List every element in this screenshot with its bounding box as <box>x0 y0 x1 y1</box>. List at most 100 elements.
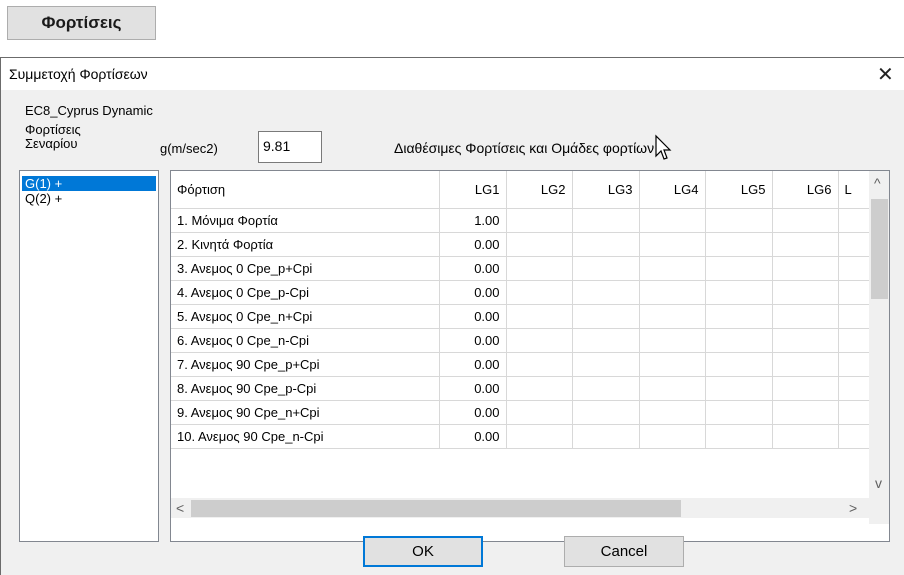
table-row[interactable]: 2. Κινητά Φορτία 0.00 <box>171 232 879 257</box>
scenario-item-q2[interactable]: Q(2) + <box>22 191 156 206</box>
cell[interactable] <box>639 376 706 401</box>
cell[interactable] <box>639 304 706 329</box>
row-load-name: 9. Ανεμος 90 Cpe_n+Cpi <box>171 400 440 425</box>
cell[interactable] <box>705 280 773 305</box>
cell-lg1[interactable]: 0.00 <box>439 328 507 353</box>
cell-lg1[interactable]: 0.00 <box>439 352 507 377</box>
cell[interactable] <box>506 256 573 281</box>
table-row[interactable]: 6. Ανεμος 0 Cpe_n-Cpi 0.00 <box>171 328 879 353</box>
table-row[interactable]: 4. Ανεμος 0 Cpe_p-Cpi 0.00 <box>171 280 879 305</box>
cell[interactable] <box>639 280 706 305</box>
ok-button[interactable]: OK <box>363 536 483 567</box>
cell[interactable] <box>639 256 706 281</box>
cell[interactable] <box>506 352 573 377</box>
cell[interactable] <box>572 208 640 233</box>
cell[interactable] <box>572 304 640 329</box>
cell[interactable] <box>639 352 706 377</box>
cell-lg1[interactable]: 0.00 <box>439 280 507 305</box>
cell[interactable] <box>772 256 839 281</box>
cell[interactable] <box>772 304 839 329</box>
cell[interactable] <box>772 328 839 353</box>
cell[interactable] <box>705 352 773 377</box>
cell[interactable] <box>572 328 640 353</box>
column-header-lg2[interactable]: LG2 <box>506 171 573 209</box>
cell[interactable] <box>572 280 640 305</box>
cell[interactable] <box>705 328 773 353</box>
cell[interactable] <box>705 424 773 449</box>
cell-lg1[interactable]: 1.00 <box>439 208 507 233</box>
scroll-down-icon[interactable]: v <box>875 475 882 491</box>
gravity-label: g(m/sec2) <box>160 141 218 156</box>
cell[interactable] <box>572 256 640 281</box>
cell[interactable] <box>572 424 640 449</box>
cell[interactable] <box>506 424 573 449</box>
cell[interactable] <box>506 328 573 353</box>
cell[interactable] <box>639 400 706 425</box>
table-row[interactable]: 3. Ανεμος 0 Cpe_p+Cpi 0.00 <box>171 256 879 281</box>
gravity-input[interactable]: 9.81 <box>258 131 322 163</box>
row-load-name: 3. Ανεμος 0 Cpe_p+Cpi <box>171 256 440 281</box>
cell-lg1[interactable]: 0.00 <box>439 400 507 425</box>
scenario-loads-list[interactable]: G(1) + Q(2) + <box>19 170 159 542</box>
column-header-lg4[interactable]: LG4 <box>639 171 706 209</box>
table-row[interactable]: 10. Ανεμος 90 Cpe_n-Cpi 0.00 <box>171 424 879 449</box>
cell[interactable] <box>772 424 839 449</box>
cell[interactable] <box>572 232 640 257</box>
row-load-name: 6. Ανεμος 0 Cpe_n-Cpi <box>171 328 440 353</box>
table-row[interactable]: 9. Ανεμος 90 Cpe_n+Cpi 0.00 <box>171 400 879 425</box>
scroll-up-icon[interactable]: ^ <box>874 175 881 191</box>
cell[interactable] <box>705 256 773 281</box>
cell[interactable] <box>506 400 573 425</box>
cell[interactable] <box>506 376 573 401</box>
cell[interactable] <box>772 280 839 305</box>
cell-lg1[interactable]: 0.00 <box>439 304 507 329</box>
cell-lg1[interactable]: 0.00 <box>439 376 507 401</box>
cell[interactable] <box>772 208 839 233</box>
cell[interactable] <box>772 400 839 425</box>
cell-lg1[interactable]: 0.00 <box>439 232 507 257</box>
column-header-load[interactable]: Φόρτιση <box>171 171 440 209</box>
vertical-scroll-thumb[interactable] <box>871 199 888 299</box>
scroll-right-icon[interactable]: > <box>849 500 857 516</box>
scenario-item-g1[interactable]: G(1) + <box>22 176 156 191</box>
scrollbar-corner <box>869 498 889 518</box>
horizontal-scroll-thumb[interactable] <box>191 500 681 517</box>
row-load-name: 2. Κινητά Φορτία <box>171 232 440 257</box>
cell[interactable] <box>506 304 573 329</box>
cancel-button[interactable]: Cancel <box>564 536 684 567</box>
scroll-left-icon[interactable]: < <box>176 500 184 516</box>
cell[interactable] <box>506 208 573 233</box>
column-header-lg1[interactable]: LG1 <box>439 171 507 209</box>
cell[interactable] <box>772 352 839 377</box>
cell[interactable] <box>705 208 773 233</box>
column-header-lg6[interactable]: LG6 <box>772 171 839 209</box>
cell-lg1[interactable]: 0.00 <box>439 424 507 449</box>
cell[interactable] <box>705 376 773 401</box>
cell[interactable] <box>639 424 706 449</box>
cell[interactable] <box>772 376 839 401</box>
loads-button[interactable]: Φορτίσεις <box>7 6 156 40</box>
cell[interactable] <box>639 328 706 353</box>
cell[interactable] <box>705 232 773 257</box>
cell[interactable] <box>572 376 640 401</box>
cell[interactable] <box>772 232 839 257</box>
cell[interactable] <box>572 400 640 425</box>
cell[interactable] <box>705 400 773 425</box>
column-header-lg3[interactable]: LG3 <box>572 171 640 209</box>
cell[interactable] <box>639 208 706 233</box>
scenario-loads-label: Φορτίσεις Σεναρίου <box>25 123 81 151</box>
table-header-row: Φόρτιση LG1 LG2 LG3 LG4 LG5 LG6 L <box>171 171 879 209</box>
cell[interactable] <box>572 352 640 377</box>
cell-lg1[interactable]: 0.00 <box>439 256 507 281</box>
table-row[interactable]: 1. Μόνιμα Φορτία 1.00 <box>171 208 879 233</box>
row-load-name: 10. Ανεμος 90 Cpe_n-Cpi <box>171 424 440 449</box>
cell[interactable] <box>506 280 573 305</box>
table-row[interactable]: 5. Ανεμος 0 Cpe_n+Cpi 0.00 <box>171 304 879 329</box>
cell[interactable] <box>506 232 573 257</box>
column-header-lg5[interactable]: LG5 <box>705 171 773 209</box>
table-row[interactable]: 8. Ανεμος 90 Cpe_p-Cpi 0.00 <box>171 376 879 401</box>
close-icon[interactable]: ✕ <box>877 62 894 87</box>
cell[interactable] <box>639 232 706 257</box>
cell[interactable] <box>705 304 773 329</box>
table-row[interactable]: 7. Ανεμος 90 Cpe_p+Cpi 0.00 <box>171 352 879 377</box>
